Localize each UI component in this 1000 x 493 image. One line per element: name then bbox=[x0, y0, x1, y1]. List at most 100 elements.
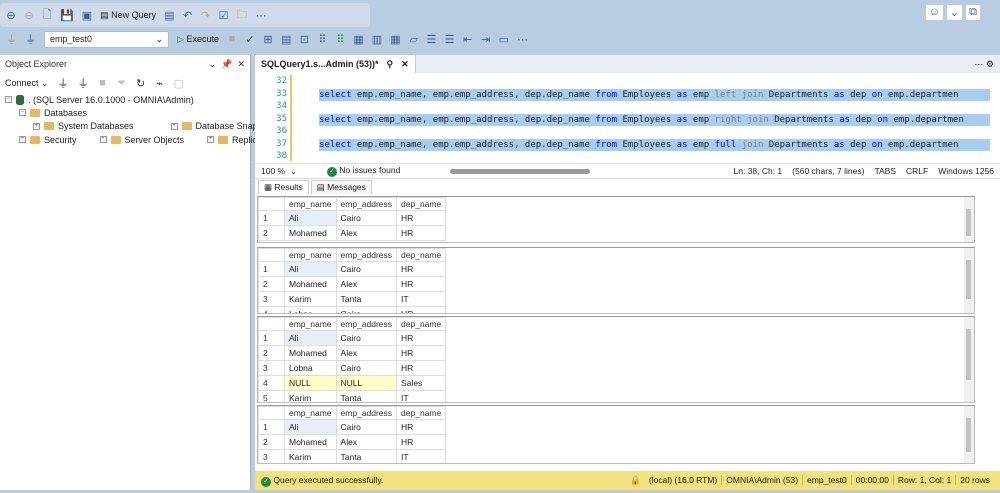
chevron-down-icon[interactable]: ⌄ bbox=[209, 59, 217, 69]
connect-icon[interactable]: ⏚ bbox=[6, 31, 17, 47]
table-cell[interactable]: HR bbox=[396, 434, 447, 450]
back-icon[interactable]: ⊖ bbox=[6, 9, 16, 22]
more-icon[interactable]: ⋯ bbox=[256, 9, 267, 22]
intellisense-icon[interactable]: ▤ bbox=[281, 33, 291, 46]
encoding[interactable]: Windows 1256 bbox=[938, 166, 994, 176]
table-cell[interactable]: IT bbox=[396, 291, 447, 307]
zoom-select[interactable]: 100 % ⌄ bbox=[261, 166, 297, 177]
table-cell[interactable]: Cairo bbox=[335, 360, 398, 376]
tree-db-item[interactable]: + System Databases bbox=[0, 120, 134, 133]
close-icon[interactable]: ✕ bbox=[401, 59, 409, 70]
column-header[interactable]: emp_name bbox=[284, 406, 337, 420]
table-cell[interactable]: NULL bbox=[284, 375, 337, 391]
gear-icon[interactable]: ⚙ bbox=[986, 59, 994, 69]
save-all-icon[interactable]: ▣ bbox=[82, 9, 92, 22]
outdent-icon[interactable]: ⇤ bbox=[463, 33, 473, 46]
table-cell[interactable]: HR bbox=[396, 225, 447, 241]
specify-values-icon[interactable]: ▭ bbox=[499, 33, 509, 46]
table-cell[interactable]: Sales bbox=[396, 375, 447, 391]
row-number[interactable]: 2 bbox=[258, 345, 285, 361]
table-cell[interactable]: Ali bbox=[284, 330, 337, 346]
table-cell[interactable]: Cairo bbox=[335, 210, 398, 226]
table-cell[interactable]: Mohamed bbox=[284, 345, 337, 361]
table-cell[interactable]: IT bbox=[396, 449, 447, 463]
table-cell[interactable]: Mohamed bbox=[284, 225, 337, 241]
result-grid[interactable]: emp_name emp_address dep_name 1 Ali Cairo HR 2 M… bbox=[257, 247, 975, 314]
database-select[interactable]: emp_test0 ⌄ bbox=[44, 30, 169, 48]
table-cell[interactable]: Mohamed bbox=[284, 276, 337, 292]
tabs-mode[interactable]: TABS bbox=[874, 166, 896, 176]
table-cell[interactable]: Tanta bbox=[335, 291, 398, 307]
table-cell[interactable]: Tanta bbox=[335, 390, 398, 402]
table-row[interactable]: 2 Mohamed Alex HR bbox=[258, 225, 447, 241]
column-header[interactable]: emp_name bbox=[284, 197, 337, 211]
row-number[interactable]: 2 bbox=[258, 276, 285, 292]
column-header[interactable]: dep_name bbox=[396, 406, 447, 420]
table-row[interactable]: 4 NULL NULL Sales bbox=[258, 375, 447, 391]
vertical-scrollbar[interactable] bbox=[964, 248, 974, 313]
disconnect-icon[interactable]: ⏚ bbox=[78, 75, 89, 91]
tab-messages[interactable]: ▤ Messages bbox=[310, 180, 372, 194]
vertical-scrollbar[interactable] bbox=[964, 406, 974, 463]
column-header[interactable]: emp_address bbox=[335, 317, 398, 331]
horizontal-scrollbar[interactable] bbox=[450, 168, 591, 174]
pin-icon[interactable]: ⚲ bbox=[387, 59, 394, 70]
activity-icon[interactable]: ⌁ bbox=[155, 77, 165, 90]
include-plan-icon[interactable]: ⠿ bbox=[317, 33, 327, 46]
execute-button[interactable]: ▷ Execute bbox=[177, 34, 219, 45]
table-row[interactable]: 2 Mohamed Alex HR bbox=[258, 276, 447, 292]
row-number[interactable]: 1 bbox=[258, 419, 285, 435]
save-icon[interactable]: 💾 bbox=[60, 9, 74, 22]
table-cell[interactable]: IT bbox=[396, 390, 447, 402]
table-cell[interactable]: HR bbox=[396, 345, 447, 361]
column-header[interactable]: emp_address bbox=[335, 248, 398, 262]
table-cell[interactable]: Karim bbox=[284, 291, 337, 307]
table-cell[interactable]: Alex bbox=[335, 276, 398, 292]
tree-server[interactable]: −. (SQL Server 16.0.1000 - OMNIA\Admin) bbox=[0, 93, 250, 106]
open-folder-icon[interactable]: 🗀 bbox=[237, 6, 248, 25]
table-cell[interactable]: Alex bbox=[335, 225, 398, 241]
activity-monitor-icon[interactable]: ☑ bbox=[219, 9, 229, 22]
row-number[interactable]: 5 bbox=[258, 390, 285, 402]
tree-databases[interactable]: − Databases bbox=[0, 106, 250, 119]
column-header[interactable]: emp_name bbox=[284, 248, 337, 262]
change-connection-icon[interactable]: ⏚ bbox=[25, 31, 36, 47]
result-grid[interactable]: emp_name emp_address dep_name 1 Ali Cairo HR 2 M… bbox=[257, 405, 975, 464]
table-cell[interactable]: Ali bbox=[284, 419, 337, 435]
new-query-button[interactable]: ▤ New Query bbox=[100, 10, 156, 21]
account-icon[interactable]: ☺ bbox=[925, 5, 943, 20]
column-header[interactable]: dep_name bbox=[396, 248, 447, 262]
table-row[interactable]: 3 Lobna Cairo HR bbox=[258, 360, 447, 376]
table-cell[interactable]: Karim bbox=[284, 390, 337, 402]
vertical-scrollbar[interactable] bbox=[964, 317, 974, 402]
table-cell[interactable]: Tanta bbox=[335, 449, 398, 463]
table-cell[interactable]: Lobna bbox=[284, 306, 337, 313]
vertical-scrollbar[interactable] bbox=[964, 197, 974, 242]
row-number[interactable]: 2 bbox=[258, 225, 285, 241]
filter-icon[interactable]: ⏷ bbox=[117, 77, 127, 90]
row-number[interactable]: 4 bbox=[258, 306, 285, 313]
more-icon[interactable]: ⋯ bbox=[974, 59, 983, 69]
stop-icon[interactable]: ■ bbox=[98, 77, 108, 89]
query-icon[interactable]: ▤ bbox=[164, 9, 174, 22]
code-line[interactable]: select emp.emp_name, emp.emp_address, de… bbox=[319, 88, 990, 101]
table-row[interactable]: 2 Mohamed Alex HR bbox=[258, 434, 447, 450]
new-project-icon[interactable]: 🗋 bbox=[42, 6, 52, 25]
result-grid[interactable]: emp_name emp_address dep_name 1 Ali Cairo HR 2 M… bbox=[257, 316, 975, 403]
indent-icon[interactable]: ⇥ bbox=[481, 33, 491, 46]
results-to-file-icon[interactable]: ⊡ bbox=[299, 33, 309, 46]
table-cell[interactable]: Alex bbox=[335, 345, 398, 361]
stop-icon[interactable]: ■ bbox=[227, 33, 237, 45]
table-cell[interactable]: Alex bbox=[335, 434, 398, 450]
row-number[interactable]: 3 bbox=[258, 291, 285, 307]
table-row[interactable]: 1 Ali Cairo HR bbox=[258, 210, 447, 226]
pin-icon[interactable]: 📌 bbox=[221, 59, 232, 69]
results-to-text-icon[interactable]: ▥ bbox=[372, 33, 382, 46]
estimated-plan-icon[interactable]: ⊞ bbox=[263, 33, 273, 46]
table-cell[interactable]: Cairo bbox=[335, 419, 398, 435]
parse-icon[interactable]: ✓ bbox=[245, 33, 255, 46]
results-file-icon[interactable]: ▱ bbox=[409, 33, 419, 46]
table-cell[interactable]: Cairo bbox=[335, 261, 398, 277]
client-stats-icon[interactable]: ▦ bbox=[353, 33, 363, 46]
tab-sqlquery1[interactable]: SQLQuery1.s...Admin (53))* ⚲ ✕ bbox=[255, 55, 416, 73]
